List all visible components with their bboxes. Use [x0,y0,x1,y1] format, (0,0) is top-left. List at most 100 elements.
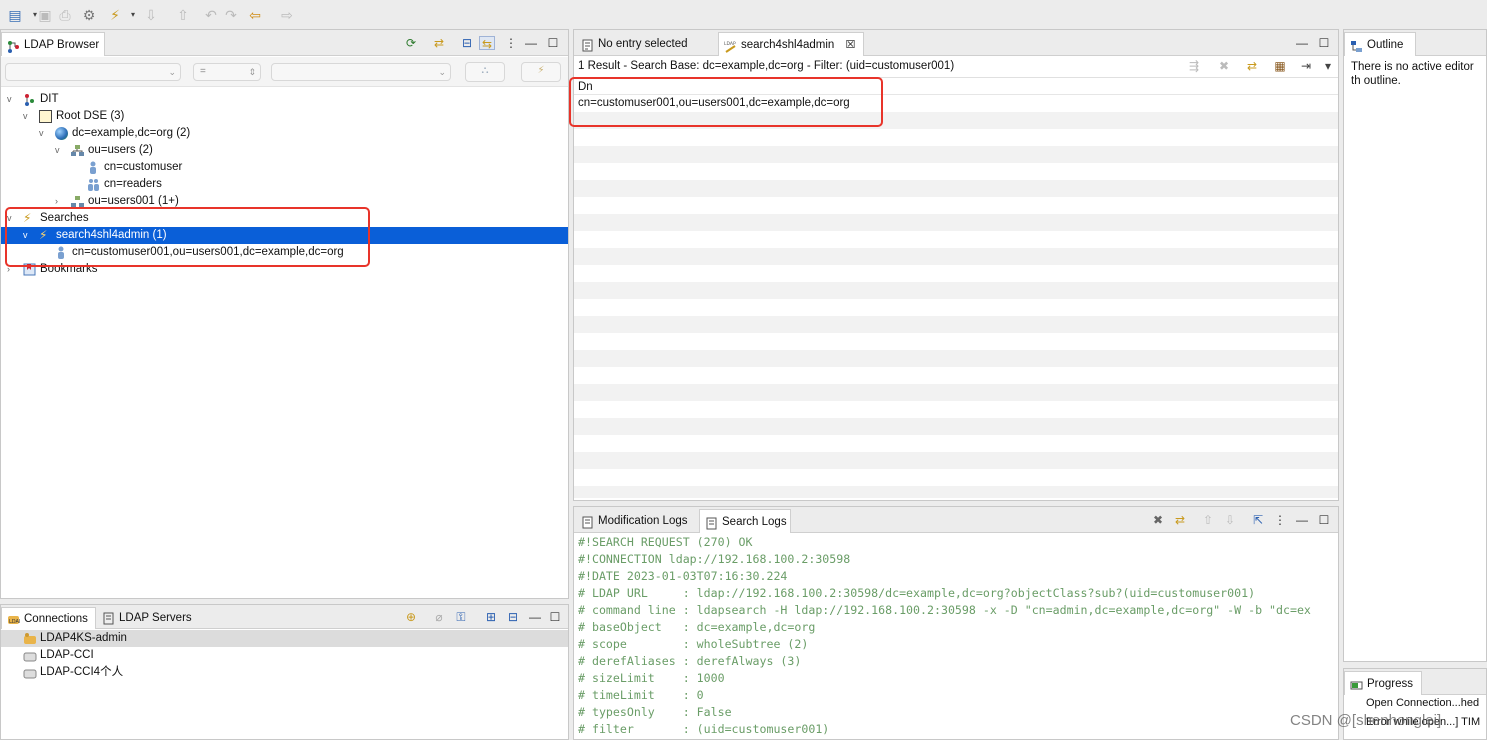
tab-search4shl4admin[interactable]: LDAP search4shl4admin ☒ [718,32,864,56]
stop-icon[interactable]: ✖ [1216,59,1232,73]
minimize-icon[interactable]: — [523,36,539,50]
empty-table-row [574,231,1338,248]
export-logs-icon[interactable]: ⇱ [1250,513,1266,527]
collapse-all-icon[interactable]: ⊟ [505,610,521,624]
log-line: # LDAP URL : ldap://192.168.100.2:30598/… [578,586,1256,600]
expand-all-icon[interactable]: ⊞ [483,610,499,624]
forward-icon[interactable]: ⇨ [278,6,296,24]
chevron-down-icon[interactable]: v [55,142,65,159]
clear-logs-icon[interactable]: ✖ [1150,513,1166,527]
tree-node-cn-readers[interactable]: cn=readers [1,176,568,193]
connections-tabbar: LDAP Connections LDAP Servers ⊕ ⌀ ⚿ ⊞ ⊟ … [1,605,568,629]
attribute-combo[interactable]: ⌄ [5,63,181,81]
import-icon[interactable]: ⇩ [142,6,160,24]
tab-modification-logs[interactable]: Modification Logs [576,509,698,533]
tab-progress[interactable]: Progress [1344,671,1422,695]
search-log-text[interactable]: #!SEARCH REQUEST (270) OK #!CONNECTION l… [574,534,1338,739]
log-icon [581,514,594,529]
outline-icon [1350,38,1363,52]
tree-node-dit[interactable]: v DIT [1,91,568,108]
tab-connections[interactable]: LDAP Connections [1,607,96,629]
empty-table-row [574,299,1338,316]
chevron-down-icon[interactable]: v [39,125,49,142]
tab-search-logs[interactable]: Search Logs [699,509,791,533]
connect-icon[interactable]: ⚡ [106,6,124,24]
chevron-down-icon[interactable]: v [7,91,17,108]
ldap-browser-tabbar: LDAP Browser ⟳ ⇄ ⊟ ⇆ ⋮ — ☐ [1,30,568,56]
tab-search-logs-label: Search Logs [722,516,787,528]
connect-dropdown-icon[interactable]: ▾ [124,6,142,24]
value-combo[interactable]: ⌄ [271,63,451,81]
quick-search-run-button[interactable]: ⚡ [521,62,561,82]
save-icon[interactable]: ▣ [36,6,54,24]
empty-table-row [574,418,1338,435]
collapse-all-icon[interactable]: ⊟ [459,36,475,50]
refresh-icon[interactable]: ⇄ [431,36,447,50]
tab-ldap-browser-label: LDAP Browser [24,39,100,51]
chevron-down-icon[interactable]: v [23,108,33,125]
search-summary-text: 1 Result - Search Base: dc=example,dc=or… [578,60,955,72]
view-menu-icon[interactable]: ⋮ [1272,513,1288,527]
arrow-down-icon[interactable]: ⇩ [1222,513,1238,527]
new-connection-icon[interactable]: ⊕ [403,610,419,624]
tab-ldap-servers[interactable]: LDAP Servers [97,607,197,629]
table-icon[interactable]: ▦ [1272,59,1288,73]
connection-item[interactable]: LDAP-CCI4个人 [1,664,568,681]
minimize-icon[interactable]: — [1294,513,1310,527]
tab-ldap-browser[interactable]: LDAP Browser [1,32,105,56]
close-icon[interactable]: ☒ [846,39,856,51]
export-icon[interactable]: ⇥ [1298,59,1314,73]
quick-search-subtree-button[interactable]: ⛬ [465,62,505,82]
tree-node-base[interactable]: v dc=example,dc=org (2) [1,125,568,142]
progress-item[interactable]: Open Connection...hed [1366,697,1479,709]
maximize-icon[interactable]: ☐ [547,610,563,624]
disconnect-icon[interactable]: ⌀ [431,610,447,624]
back-icon[interactable]: ⇦ [246,6,264,24]
tree-label: DIT [40,93,59,105]
empty-table-row [574,282,1338,299]
filter-icon[interactable]: ⇶ [1186,59,1202,73]
connections-icon: LDAP [7,612,22,625]
empty-table-row [574,469,1338,486]
outline-panel: Outline There is no active editor th out… [1343,29,1487,662]
stepper-icon: ⇕ [248,67,256,77]
maximize-icon[interactable]: ☐ [1316,513,1332,527]
minimize-icon[interactable]: — [1294,36,1310,50]
link-icon[interactable]: ⇆ [479,36,495,51]
ldap-browser-icon [7,38,20,53]
tree-node-root-dse[interactable]: v Root DSE (3) [1,108,568,125]
print-icon[interactable]: ⎙ [56,6,74,24]
refresh-icon[interactable]: ⇄ [1172,513,1188,527]
connection-item[interactable]: LDAP4KS-admin [1,630,568,647]
chevron-down-icon: ⌄ [438,67,446,77]
logs-panel: Modification Logs Search Logs ✖ ⇄ ⇧ ⇩ ⇱ … [573,506,1339,740]
dit-icon [23,93,36,106]
main-toolbar: ▤ ▾ ▣ ⎙ ⚙ ⚡ ▾ ⇩ ⇧ ↶ ↷ ⇦ ⇨ [0,0,1487,28]
view-menu-icon[interactable]: ▾ [1320,59,1336,73]
new-icon[interactable]: ▤ [6,6,24,24]
refresh-icon[interactable]: ⇄ [1244,59,1260,73]
maximize-icon[interactable]: ☐ [545,36,561,50]
tab-outline[interactable]: Outline [1344,32,1416,56]
log-line: #!SEARCH REQUEST (270) OK [578,535,753,549]
connection-label: LDAP-CCI4个人 [40,666,124,678]
empty-table-row [574,129,1338,146]
forward-history-icon[interactable]: ↷ [222,6,240,24]
group-icon [87,178,100,191]
tree-node-ou-users[interactable]: v ou=users (2) [1,142,568,159]
connections-panel: LDAP Connections LDAP Servers ⊕ ⌀ ⚿ ⊞ ⊟ … [0,604,569,740]
tab-no-entry-selected[interactable]: No entry selected [576,32,714,56]
back-history-icon[interactable]: ↶ [202,6,220,24]
tree-node-cn-customuser[interactable]: cn=customuser [1,159,568,176]
arrow-up-icon[interactable]: ⇧ [1200,513,1216,527]
maximize-icon[interactable]: ☐ [1316,36,1332,50]
operator-combo[interactable]: = ⇕ [193,63,261,81]
preferences-icon[interactable]: ⚙ [80,6,98,24]
empty-table-row [574,316,1338,333]
link-with-editor-icon[interactable]: ⟳ [403,36,419,50]
minimize-icon[interactable]: — [527,610,543,624]
export-icon[interactable]: ⇧ [174,6,192,24]
view-menu-icon[interactable]: ⋮ [503,36,519,50]
connection-item[interactable]: LDAP-CCI [1,647,568,664]
open-connection-icon[interactable]: ⚿ [453,610,469,624]
